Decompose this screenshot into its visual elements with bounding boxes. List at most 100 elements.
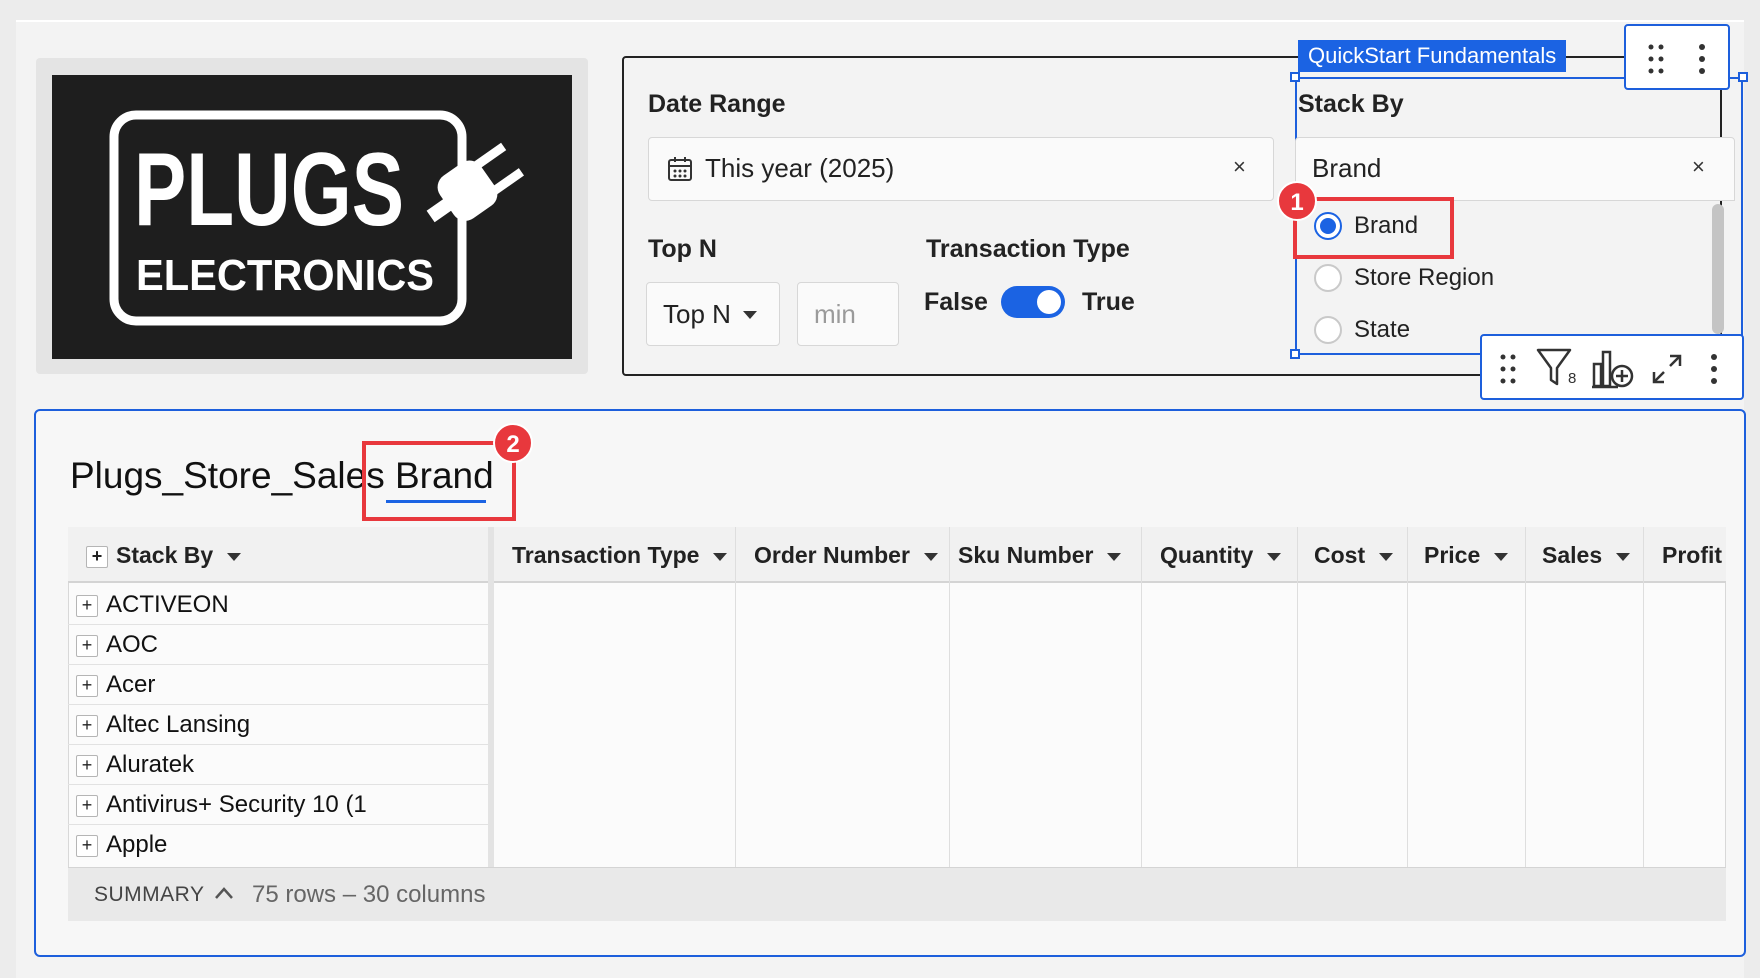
top-n-select[interactable]: Top N (646, 282, 780, 346)
row-label: Acer (106, 671, 156, 698)
top-bar (0, 0, 1760, 20)
row-label: Apple (106, 831, 168, 858)
chevron-up-icon[interactable] (214, 886, 234, 905)
highlight-box-1 (1293, 197, 1454, 259)
chevron-down-icon[interactable] (1494, 552, 1509, 561)
column-header-order-number[interactable]: Order Number (754, 527, 938, 583)
column-divider (1141, 527, 1142, 867)
column-divider (949, 527, 950, 867)
chevron-down-icon[interactable] (1379, 552, 1394, 561)
top-n-select-value: Top N (663, 299, 731, 329)
more-vert-icon[interactable] (1698, 44, 1706, 79)
radio-state[interactable] (1314, 316, 1342, 344)
expand-plus-icon[interactable]: + (76, 674, 98, 697)
expand-plus-icon[interactable]: + (76, 594, 98, 617)
chevron-down-icon[interactable] (1267, 552, 1282, 561)
stack-by-input[interactable]: Brand × (1295, 137, 1735, 201)
top-n-label: Top N (648, 235, 717, 263)
date-range-label: Date Range (648, 90, 786, 118)
column-header-stack-by[interactable]: + Stack By (78, 527, 242, 583)
options-scrollbar[interactable] (1712, 204, 1724, 334)
step-badge-2: 2 (493, 423, 533, 463)
quickstart-tag: QuickStart Fundamentals (1298, 40, 1567, 72)
chevron-down-icon[interactable] (713, 552, 728, 561)
table-row[interactable]: + Altec Lansing (68, 705, 488, 745)
transaction-type-toggle[interactable] (1001, 286, 1065, 318)
column-header-transaction-type[interactable]: Transaction Type (512, 527, 728, 583)
stack-by-clear-icon[interactable]: × (1692, 154, 1705, 180)
option-state-label: State (1354, 316, 1411, 343)
stack-by-label: Stack By (1298, 90, 1404, 118)
column-label: Price (1424, 542, 1481, 568)
table-row[interactable]: + Aluratek (68, 745, 488, 785)
radio-store-region[interactable] (1314, 264, 1342, 292)
expand-plus-icon[interactable]: + (86, 545, 108, 568)
stack-by-value: Brand (1312, 153, 1382, 183)
control-mini-toolbar (1624, 24, 1730, 90)
table-summary-bar[interactable]: SUMMARY 75 rows – 30 columns (68, 867, 1726, 921)
date-range-value: This year (2025) (705, 153, 895, 183)
column-header-cost[interactable]: Cost (1314, 527, 1394, 583)
column-label: Transaction Type (512, 542, 700, 568)
toggle-false-label: False (924, 288, 988, 316)
column-header-quantity[interactable]: Quantity (1160, 527, 1282, 583)
summary-label: SUMMARY (94, 883, 205, 906)
table-row[interactable]: + AOC (68, 625, 488, 665)
column-label: Quantity (1160, 542, 1254, 568)
expand-plus-icon[interactable]: + (76, 634, 98, 657)
date-range-input[interactable]: This year (2025) × (648, 137, 1274, 201)
expand-plus-icon[interactable]: + (76, 714, 98, 737)
chevron-down-icon[interactable] (227, 552, 242, 561)
element-toolbar: 8 (1480, 334, 1744, 400)
column-divider (1407, 527, 1408, 867)
column-label: Order Number (754, 542, 910, 568)
drag-handle-icon[interactable] (1648, 44, 1664, 79)
calendar-icon (667, 156, 692, 181)
date-range-clear-icon[interactable]: × (1233, 154, 1246, 180)
chevron-down-icon (743, 311, 757, 319)
resize-handle[interactable] (1290, 72, 1300, 82)
top-n-min-input[interactable]: min (797, 282, 899, 346)
logo-text-plugs: PLUGS (134, 132, 404, 248)
chevron-down-icon[interactable] (923, 552, 938, 561)
expand-plus-icon[interactable]: + (76, 754, 98, 777)
plugs-logo: PLUGS ELECTRONICS (52, 75, 572, 359)
summary-text: 75 rows – 30 columns (252, 881, 486, 908)
table-row[interactable]: + Apple (68, 825, 488, 865)
add-chart-icon[interactable] (1592, 348, 1636, 395)
drag-handle-icon[interactable] (1500, 354, 1516, 389)
toggle-knob (1037, 290, 1061, 314)
toggle-true-label: True (1082, 288, 1135, 316)
highlight-box-2 (362, 441, 516, 521)
column-header-sales[interactable]: Sales (1542, 527, 1631, 583)
row-label: Aluratek (106, 751, 195, 778)
row-label: ACTIVEON (106, 591, 229, 618)
expand-plus-icon[interactable]: + (76, 794, 98, 817)
table-row[interactable]: + ACTIVEON (68, 585, 488, 625)
chevron-down-icon[interactable] (1107, 552, 1122, 561)
expand-icon[interactable] (1648, 350, 1686, 393)
table-title-prefix: Plugs_Store_Sales (70, 455, 385, 496)
transaction-type-label: Transaction Type (926, 235, 1130, 263)
column-label: Cost (1314, 542, 1366, 568)
row-label: Antivirus+ Security 10 (1 (106, 791, 367, 818)
min-placeholder: min (814, 299, 856, 329)
table-row[interactable]: + Acer (68, 665, 488, 705)
column-label: Sales (1542, 542, 1603, 568)
column-divider (1297, 527, 1298, 867)
resize-handle[interactable] (1290, 349, 1300, 359)
option-store-region-label: Store Region (1354, 264, 1495, 291)
step-badge-1: 1 (1277, 181, 1317, 221)
column-header-sku-number[interactable]: Sku Number (958, 527, 1122, 583)
row-label: AOC (106, 631, 159, 658)
column-divider (1525, 527, 1526, 867)
resize-handle[interactable] (1738, 72, 1748, 82)
logo-text-electronics: ELECTRONICS (136, 251, 434, 300)
column-header-profit[interactable]: Profit (1662, 527, 1722, 583)
plug-icon (426, 142, 525, 223)
chevron-down-icon[interactable] (1616, 552, 1631, 561)
column-header-price[interactable]: Price (1424, 527, 1509, 583)
expand-plus-icon[interactable]: + (76, 834, 98, 857)
more-vert-icon[interactable] (1710, 354, 1718, 389)
table-row[interactable]: + Antivirus+ Security 10 (1 (68, 785, 488, 825)
